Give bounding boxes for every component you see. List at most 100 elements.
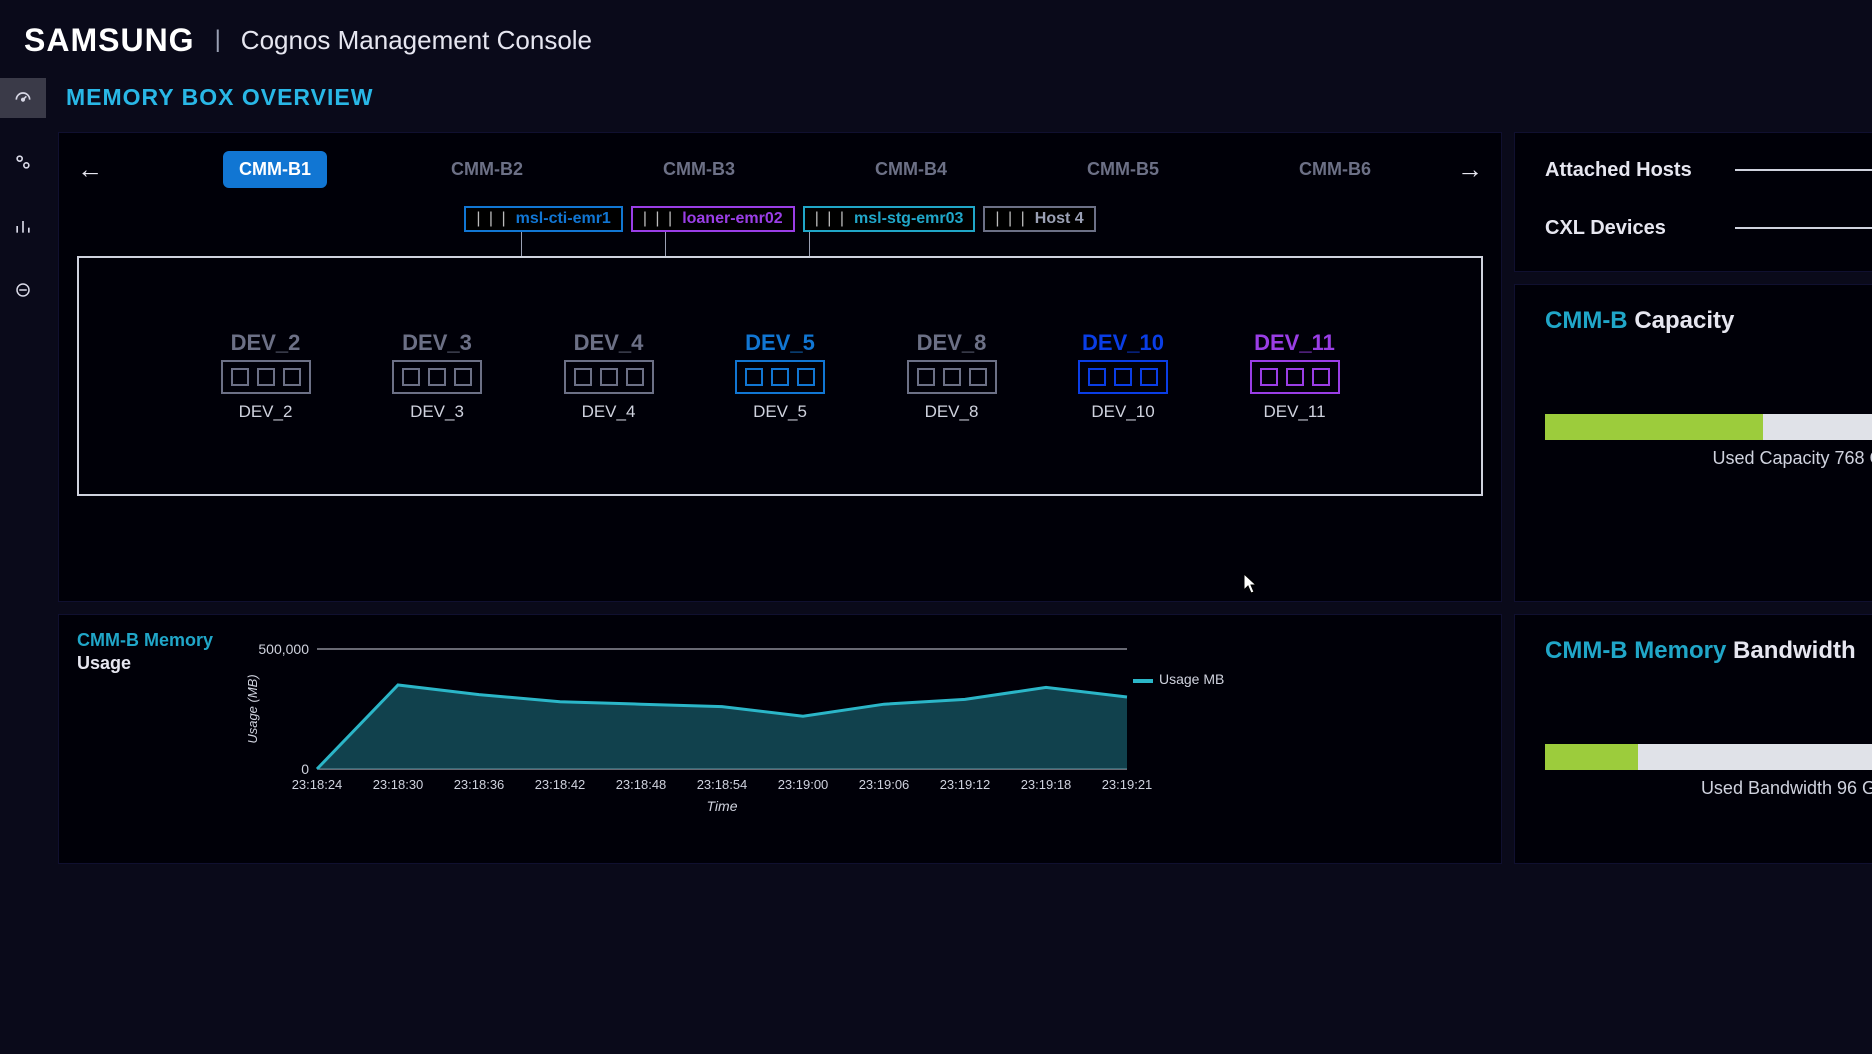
tab-cmm-b3[interactable]: CMM-B3 <box>647 151 751 188</box>
svg-text:23:18:48: 23:18:48 <box>616 777 667 792</box>
host-bars-icon: | | | <box>995 210 1026 228</box>
device-slot-icon <box>943 368 961 386</box>
device-slot-icon <box>428 368 446 386</box>
host-label: loaner-emr02 <box>682 210 783 228</box>
tab-cmm-b6[interactable]: CMM-B6 <box>1283 151 1387 188</box>
device-slot-icon <box>1140 368 1158 386</box>
sidebar-item-analytics[interactable] <box>0 206 46 246</box>
sidebar-item-dashboard[interactable] <box>0 78 46 118</box>
capacity-title: CMM-B Capacity <box>1545 307 1872 335</box>
device-sublabel: DEV_10 <box>1091 402 1154 422</box>
svg-text:23:18:54: 23:18:54 <box>697 777 748 792</box>
capacity-max: 1792 GB <box>1545 359 1872 402</box>
cxl-devices-label: CXL Devices <box>1545 217 1715 240</box>
device-slot-icon <box>231 368 249 386</box>
device-card <box>907 360 997 394</box>
sidebar-item-settings[interactable] <box>0 142 46 182</box>
device-dev_3[interactable]: DEV_3 DEV_3 <box>372 330 502 422</box>
memory-usage-chart[interactable]: 500,0000Usage (MB)23:18:2423:18:3023:18:… <box>237 629 1247 829</box>
device-title: DEV_5 <box>745 330 815 356</box>
device-title: DEV_3 <box>402 330 472 356</box>
tab-cmm-b1[interactable]: CMM-B1 <box>223 151 327 188</box>
device-sublabel: DEV_2 <box>239 402 293 422</box>
device-slot-icon <box>969 368 987 386</box>
host-0[interactable]: | | | msl-cti-emr1 <box>464 206 623 232</box>
device-slot-icon <box>1312 368 1330 386</box>
host-label: msl-cti-emr1 <box>516 210 611 228</box>
capacity-bar <box>1545 414 1872 440</box>
device-dev_10[interactable]: DEV_10 DEV_10 <box>1058 330 1188 422</box>
device-sublabel: DEV_11 <box>1263 402 1325 422</box>
device-title: DEV_11 <box>1254 330 1335 356</box>
device-slot-icon <box>1260 368 1278 386</box>
counts-panel: Attached Hosts 3 CXL Devices 7 <box>1514 132 1872 272</box>
device-dev_2[interactable]: DEV_2 DEV_2 <box>201 330 331 422</box>
device-card <box>392 360 482 394</box>
analytics-icon <box>13 216 33 236</box>
device-sublabel: DEV_4 <box>582 402 636 422</box>
device-dev_8[interactable]: DEV_8DEV_8 <box>887 330 1017 422</box>
divider-line <box>1735 169 1872 171</box>
svg-text:Usage MB: Usage MB <box>1159 671 1224 687</box>
device-dev_4[interactable]: DEV_4DEV_4 <box>544 330 674 422</box>
device-slot-icon <box>771 368 789 386</box>
device-slot-icon <box>917 368 935 386</box>
device-slot-icon <box>1286 368 1304 386</box>
device-title: DEV_10 <box>1082 330 1164 356</box>
device-card <box>221 360 311 394</box>
device-dev_5[interactable]: DEV_5 DEV_5 <box>715 330 845 422</box>
svg-text:23:19:00: 23:19:00 <box>778 777 829 792</box>
hosts-row: | | |msl-cti-emr1| | |loaner-emr02| | |m… <box>77 206 1483 232</box>
bandwidth-panel: CMM-B Memory Bandwidth 512 GBps Used Ban… <box>1514 614 1872 864</box>
device-slot-icon <box>626 368 644 386</box>
tab-strip: ← CMM-B1 CMM-B2 CMM-B3 CMM-B4 CMM-B5 CMM-B6 → <box>77 145 1483 206</box>
device-slot-icon <box>454 368 472 386</box>
device-sublabel: DEV_5 <box>753 402 807 422</box>
tab-cmm-b5[interactable]: CMM-B5 <box>1071 151 1175 188</box>
svg-text:23:19:18: 23:19:18 <box>1021 777 1072 792</box>
device-slot-icon <box>600 368 618 386</box>
host-connectors <box>77 232 1483 256</box>
sidebar-item-power[interactable] <box>0 270 46 310</box>
capacity-panel: CMM-B Capacity 1792 GB Used Capacity 768… <box>1514 284 1872 602</box>
divider-line <box>1735 227 1872 229</box>
tab-prev-arrow[interactable]: ← <box>77 154 103 185</box>
device-card <box>735 360 825 394</box>
device-dev_11[interactable]: DEV_11 DEV_11 <box>1230 330 1360 422</box>
bandwidth-title: CMM-B Memory Bandwidth <box>1545 637 1872 665</box>
svg-text:23:18:36: 23:18:36 <box>454 777 505 792</box>
device-slot-icon <box>402 368 420 386</box>
svg-text:23:19:21: 23:19:21 <box>1102 777 1153 792</box>
device-title: DEV_8 <box>917 330 987 356</box>
brand-logo: SAMSUNG <box>24 22 195 59</box>
page-title: MEMORY BOX OVERVIEW <box>58 80 1872 120</box>
app-title: Cognos Management Console <box>241 25 592 56</box>
svg-text:0: 0 <box>301 761 309 777</box>
brand-separator: | <box>215 26 221 54</box>
topology-panel: ← CMM-B1 CMM-B2 CMM-B3 CMM-B4 CMM-B5 CMM-B6 →… <box>58 132 1502 602</box>
host-3[interactable]: | | | Host 4 <box>983 206 1095 232</box>
settings-icon <box>13 152 33 172</box>
tab-cmm-b4[interactable]: CMM-B4 <box>859 151 963 188</box>
svg-text:500,000: 500,000 <box>258 641 309 657</box>
sidebar <box>0 70 46 1054</box>
bandwidth-bar-fill <box>1545 744 1638 770</box>
capacity-used-label: Used Capacity 768 GB <box>1545 448 1872 469</box>
host-label: Host 4 <box>1035 210 1084 228</box>
tab-next-arrow[interactable]: → <box>1457 154 1483 185</box>
device-slot-icon <box>574 368 592 386</box>
memory-usage-title: CMM-B Memory Usage <box>77 629 217 849</box>
host-2[interactable]: | | |msl-stg-emr03 <box>803 206 976 232</box>
memory-usage-panel: CMM-B Memory Usage 500,0000Usage (MB)23:… <box>58 614 1502 864</box>
device-title: DEV_2 <box>231 330 301 356</box>
bandwidth-bar <box>1545 744 1872 770</box>
host-label: msl-stg-emr03 <box>854 210 963 228</box>
device-sublabel: DEV_3 <box>410 402 464 422</box>
tab-cmm-b2[interactable]: CMM-B2 <box>435 151 539 188</box>
svg-text:Time: Time <box>707 798 738 814</box>
svg-text:23:19:06: 23:19:06 <box>859 777 910 792</box>
svg-text:23:18:42: 23:18:42 <box>535 777 586 792</box>
host-1[interactable]: | | |loaner-emr02 <box>631 206 795 232</box>
device-slot-icon <box>1088 368 1106 386</box>
host-bars-icon: | | | <box>476 210 507 228</box>
